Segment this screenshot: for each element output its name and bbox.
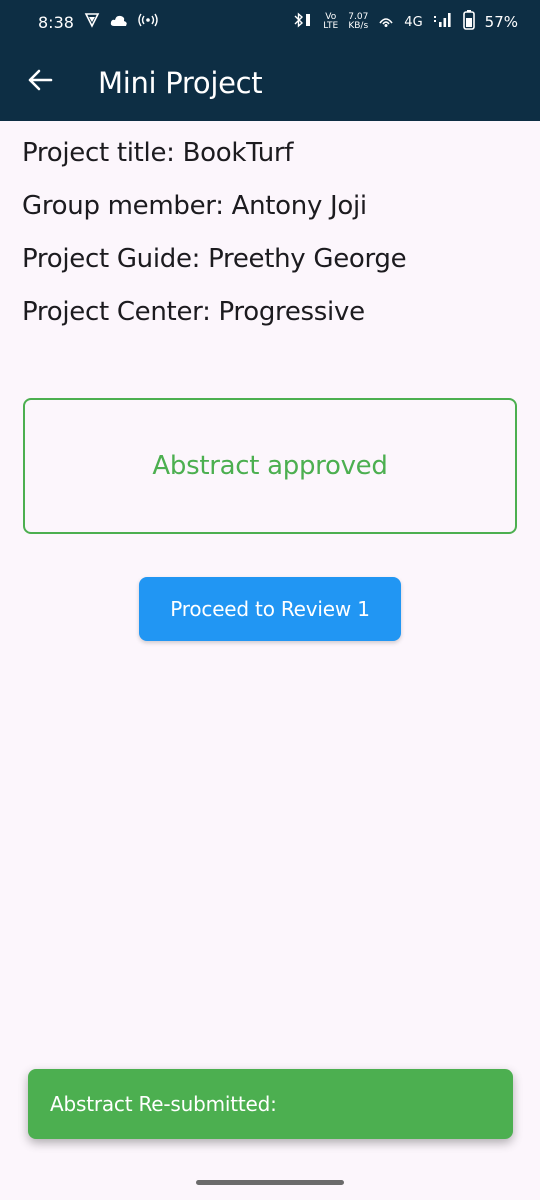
- vpn-icon: [84, 12, 100, 32]
- abstract-status-card: Abstract approved: [23, 398, 517, 534]
- network-type: 4G: [404, 14, 423, 30]
- status-time: 8:38: [38, 12, 74, 32]
- snackbar: Abstract Re-submitted:: [28, 1069, 513, 1139]
- back-button[interactable]: [22, 65, 58, 101]
- battery-percent: 57%: [484, 13, 518, 31]
- cloud-icon: [110, 13, 128, 32]
- network-speed: 7.07 KB/s: [348, 12, 369, 31]
- page-title: Mini Project: [98, 65, 263, 100]
- bluetooth-icon: [293, 12, 313, 32]
- proceed-review-button[interactable]: Proceed to Review 1: [139, 577, 401, 641]
- project-title: Project title: BookTurf: [22, 138, 294, 168]
- app-bar: Mini Project: [0, 44, 540, 121]
- project-guide: Project Guide: Preethy George: [22, 244, 407, 274]
- hotspot-icon: [138, 12, 158, 32]
- signal-icon: [433, 12, 453, 32]
- volte-icon: Vo LTE: [323, 12, 339, 31]
- arrow-left-icon: [27, 68, 53, 97]
- status-bar: 8:38 Vo LTE 7.07 KB/s 4G 57%: [0, 0, 540, 44]
- project-center: Project Center: Progressive: [22, 297, 365, 327]
- group-member: Group member: Antony Joji: [22, 191, 367, 221]
- status-bar-left: 8:38: [38, 12, 158, 32]
- abstract-status-text: Abstract approved: [152, 451, 388, 481]
- wifi-icon: [378, 13, 394, 32]
- status-bar-right: Vo LTE 7.07 KB/s 4G 57%: [293, 10, 518, 34]
- snackbar-message: Abstract Re-submitted:: [50, 1092, 277, 1116]
- battery-icon: [462, 10, 475, 34]
- home-indicator[interactable]: [196, 1180, 344, 1185]
